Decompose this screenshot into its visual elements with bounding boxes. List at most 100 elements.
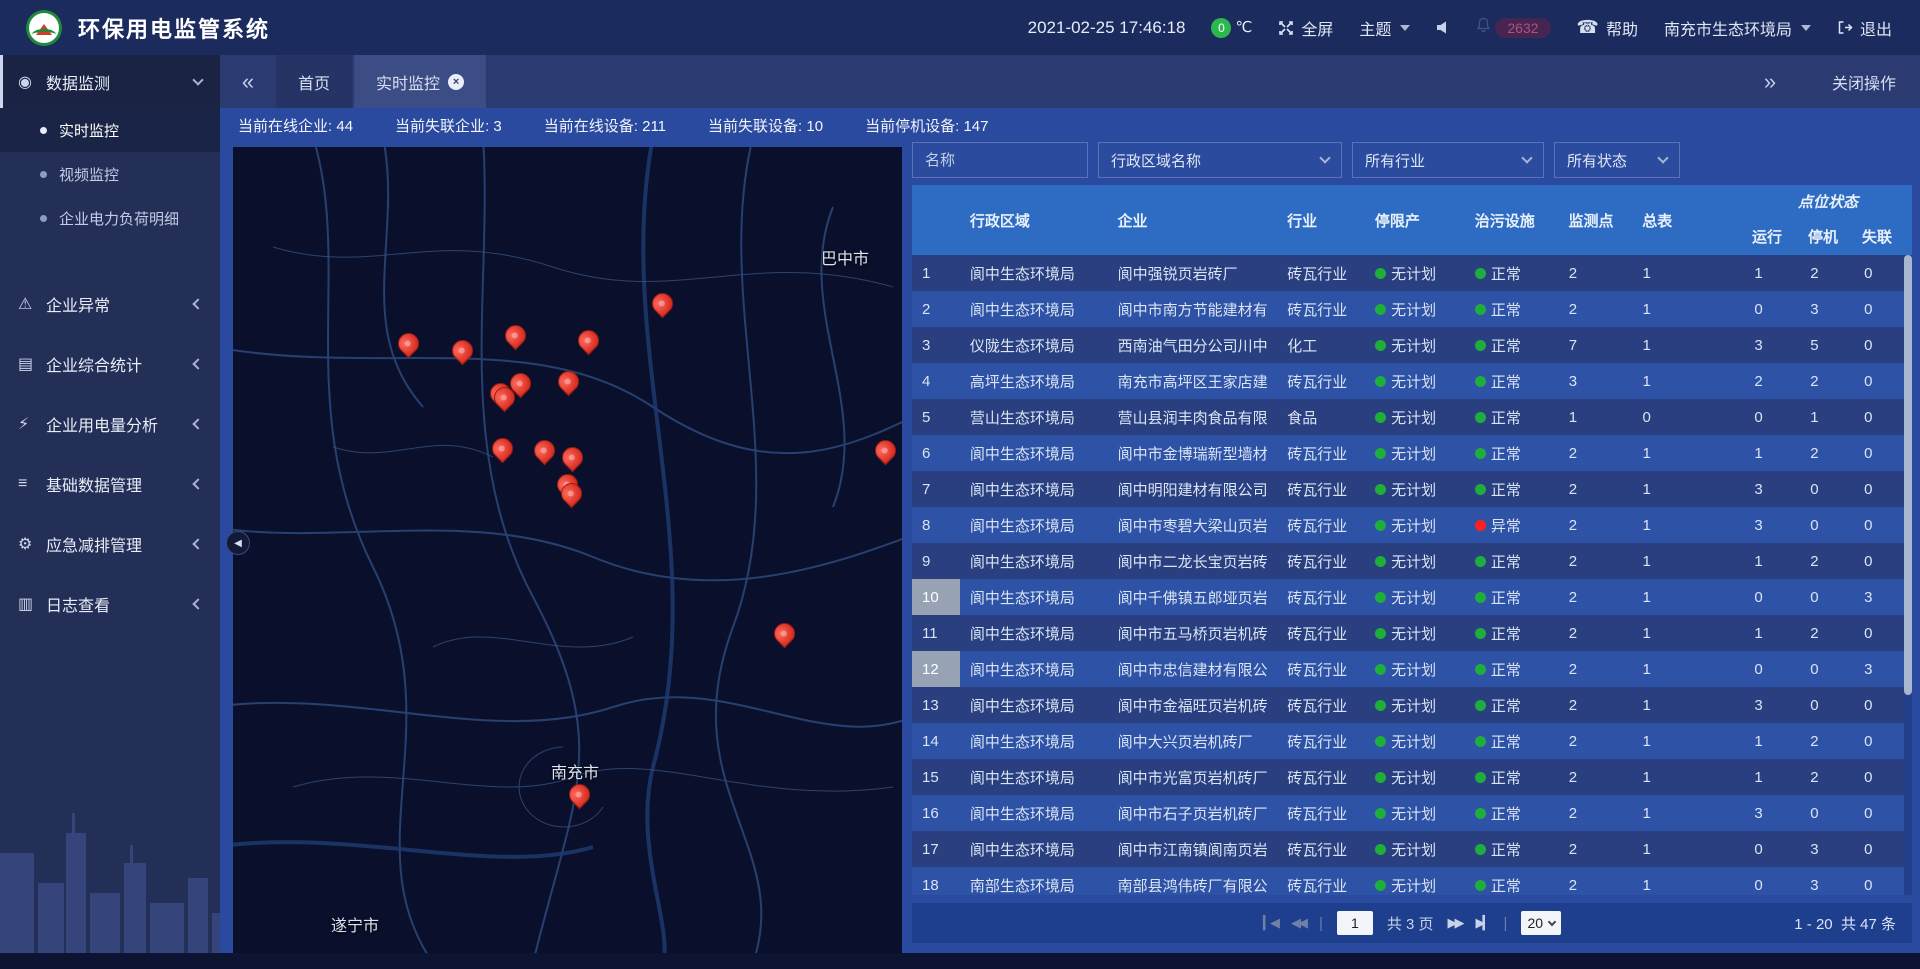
mute-button[interactable] (1436, 20, 1450, 35)
table-row[interactable]: 7 阆中生态环境局 阆中明阳建材有限公司 砖瓦行业 无计划 正常 2 1 3 0… (912, 471, 1912, 507)
limit-status-dot (1375, 664, 1386, 675)
content-area: 当前在线企业: 44 当前失联企业: 3 当前在线设备: 211 当前失联设备:… (220, 108, 1920, 953)
table-row[interactable]: 10 阆中生态环境局 阆中千佛镇五郎垭页岩 砖瓦行业 无计划 正常 2 1 0 … (912, 579, 1912, 615)
temperature-badge: 0 (1211, 18, 1231, 38)
limit-status-dot (1375, 880, 1386, 891)
table-row[interactable]: 1 阆中生态环境局 阆中强锐页岩砖厂 砖瓦行业 无计划 正常 2 1 1 2 0 (912, 255, 1912, 291)
col-header-limit: 停限产 (1365, 185, 1465, 255)
sidebar-subitem[interactable]: 实时监控 (0, 108, 220, 152)
org-dropdown[interactable]: 南充市生态环境局 (1664, 16, 1811, 40)
stat-item: 当前失联设备: 10 (708, 115, 823, 136)
facility-status-dot (1475, 736, 1486, 747)
map-collapse-button[interactable]: ◀ (226, 531, 250, 555)
chevron-down-icon (1319, 152, 1330, 163)
table-scrollbar[interactable] (1904, 255, 1912, 895)
sidebar-group[interactable]: ⚙ 应急减排管理 (0, 514, 220, 574)
chevron-icon (192, 538, 203, 549)
page-last-button[interactable]: ▶▎ (1476, 915, 1490, 931)
table-row[interactable]: 2 阆中生态环境局 阆中市南方节能建材有 砖瓦行业 无计划 正常 2 1 0 3… (912, 291, 1912, 327)
tab-close-icon[interactable]: × (448, 74, 464, 90)
tab-bar: « 首页 实时监控 × » 关闭操作 (220, 55, 1920, 108)
col-header-points: 监测点 (1558, 185, 1632, 255)
help-button[interactable]: ☎ 帮助 (1577, 16, 1638, 40)
filter-bar: 行政区域名称 所有行业 所有状态 (912, 142, 1912, 178)
status-select[interactable]: 所有状态 (1554, 142, 1680, 178)
region-select[interactable]: 行政区域名称 (1098, 142, 1342, 178)
map-panel[interactable]: 巴中市南充市遂宁市 (233, 147, 902, 953)
pagination-range: 1 - 20 共 47 条 (1794, 913, 1896, 934)
table-row[interactable]: 6 阆中生态环境局 阆中市金博瑞新型墙材 砖瓦行业 无计划 正常 2 1 1 2… (912, 435, 1912, 471)
tab[interactable]: 首页 (276, 55, 352, 108)
sidebar: ◉ 数据监测 实时监控 视频监控 企业电力负荷明细 ⚠ 企业异常 ▤ 企业综合统… (0, 55, 220, 953)
industry-select[interactable]: 所有行业 (1352, 142, 1544, 178)
table-row[interactable]: 9 阆中生态环境局 阆中市二龙长宝页岩砖 砖瓦行业 无计划 正常 2 1 1 2… (912, 543, 1912, 579)
table-row[interactable]: 15 阆中生态环境局 阆中市光富页岩机砖厂 砖瓦行业 无计划 正常 2 1 1 … (912, 759, 1912, 795)
table-row[interactable]: 12 阆中生态环境局 阆中市忠信建材有限公 砖瓦行业 无计划 正常 2 1 0 … (912, 651, 1912, 687)
page-first-button[interactable]: ▎◀ (1263, 915, 1277, 931)
limit-status-dot (1375, 772, 1386, 783)
bullet-icon (40, 171, 47, 178)
sidebar-group[interactable]: ⚡ 企业用电量分析 (0, 394, 220, 454)
sidebar-group[interactable]: ⚠ 企业异常 (0, 274, 220, 334)
table-row[interactable]: 11 阆中生态环境局 阆中市五马桥页岩机砖 砖瓦行业 无计划 正常 2 1 1 … (912, 615, 1912, 651)
bullet-icon (40, 215, 47, 222)
table-row[interactable]: 13 阆中生态环境局 阆中市金福旺页岩机砖 砖瓦行业 无计划 正常 2 1 3 … (912, 687, 1912, 723)
fullscreen-button[interactable]: 全屏 (1278, 16, 1333, 40)
sidebar-group[interactable]: ▥ 日志查看 (0, 574, 220, 634)
page-prev-button[interactable]: ◀◀ (1291, 915, 1305, 931)
bell-icon (1476, 17, 1491, 38)
page-next-button[interactable]: ▶▶ (1448, 915, 1462, 931)
table-row[interactable]: 18 南部生态环境局 南部县鸿伟砖厂有限公 砖瓦行业 无计划 正常 2 1 0 … (912, 867, 1912, 895)
log-icon: ▥ (18, 594, 40, 614)
chevron-icon (192, 478, 203, 489)
name-search-input[interactable] (912, 142, 1088, 178)
table-row[interactable]: 16 阆中生态环境局 阆中市石子页岩机砖厂 砖瓦行业 无计划 正常 2 1 3 … (912, 795, 1912, 831)
facility-status-dot (1475, 268, 1486, 279)
page-size-select[interactable]: 20 (1521, 911, 1561, 935)
table-row[interactable]: 3 仪陇生态环境局 西南油气田分公司川中 化工 无计划 正常 7 1 3 5 0 (912, 327, 1912, 363)
map-city-label: 遂宁市 (331, 912, 379, 936)
close-operations-button[interactable]: 关闭操作 (1832, 70, 1896, 94)
stats-row: 当前在线企业: 44 当前失联企业: 3 当前在线设备: 211 当前失联设备:… (238, 108, 988, 142)
theme-dropdown[interactable]: 主题 (1359, 16, 1410, 40)
sidebar-subitem[interactable]: 视频监控 (0, 152, 220, 196)
tabs-scroll-right-button[interactable]: » (1742, 69, 1798, 95)
limit-status-dot (1375, 592, 1386, 603)
col-header-region: 行政区域 (960, 185, 1108, 255)
sidebar-group[interactable]: ≡ 基础数据管理 (0, 454, 220, 514)
sidebar-group[interactable]: ◉ 数据监测 (0, 55, 220, 108)
facility-status-dot (1475, 484, 1486, 495)
power-chart-icon: ⚡ (18, 414, 40, 434)
skyline-decoration (0, 763, 220, 953)
chevron-down-icon (1400, 25, 1410, 31)
page-number-input[interactable]: 1 (1337, 911, 1373, 935)
table-row[interactable]: 17 阆中生态环境局 阆中市江南镇阆南页岩 砖瓦行业 无计划 正常 2 1 0 … (912, 831, 1912, 867)
facility-status-dot (1475, 592, 1486, 603)
name-search-input-field[interactable] (925, 152, 1075, 169)
stat-item: 当前失联企业: 3 (395, 115, 502, 136)
enterprise-table: 行政区域 企业 行业 停限产 治污设施 监测点 总表 点位状态 运行 停机 失联 (912, 185, 1912, 895)
chevron-icon (192, 418, 203, 429)
app-title: 环保用电监管系统 (78, 12, 270, 44)
tabs-scroll-left-button[interactable]: « (220, 55, 276, 108)
table-row[interactable]: 5 营山生态环境局 营山县润丰肉食品有限 食品 无计划 正常 1 0 0 1 0 (912, 399, 1912, 435)
sidebar-group[interactable]: ▤ 企业综合统计 (0, 334, 220, 394)
notification-button[interactable]: 2632 (1476, 17, 1550, 38)
col-header-industry: 行业 (1277, 185, 1365, 255)
facility-status-dot (1475, 772, 1486, 783)
table-row[interactable]: 14 阆中生态环境局 阆中大兴页岩机砖厂 砖瓦行业 无计划 正常 2 1 1 2… (912, 723, 1912, 759)
map-city-label: 巴中市 (821, 245, 869, 269)
table-row[interactable]: 8 阆中生态环境局 阆中市枣碧大梁山页岩 砖瓦行业 无计划 异常 2 1 3 0… (912, 507, 1912, 543)
limit-status-dot (1375, 700, 1386, 711)
stat-item: 当前在线设备: 211 (544, 115, 666, 136)
chevron-icon (192, 598, 203, 609)
fullscreen-icon (1278, 20, 1294, 36)
table-row[interactable]: 4 高坪生态环境局 南充市高坪区王家店建 砖瓦行业 无计划 正常 3 1 2 2… (912, 363, 1912, 399)
sidebar-subitem[interactable]: 企业电力负荷明细 (0, 196, 220, 240)
tab[interactable]: 实时监控 × (354, 55, 486, 108)
facility-status-dot (1475, 844, 1486, 855)
col-header-stop: 停机 (1800, 226, 1854, 247)
monitor-panel: 行政区域名称 所有行业 所有状态 行政区域 企业 行业 (912, 142, 1912, 943)
logout-button[interactable]: 退出 (1837, 16, 1892, 40)
top-header: 环保用电监管系统 2021-02-25 17:46:18 0 ℃ 全屏 主题 (0, 0, 1920, 55)
